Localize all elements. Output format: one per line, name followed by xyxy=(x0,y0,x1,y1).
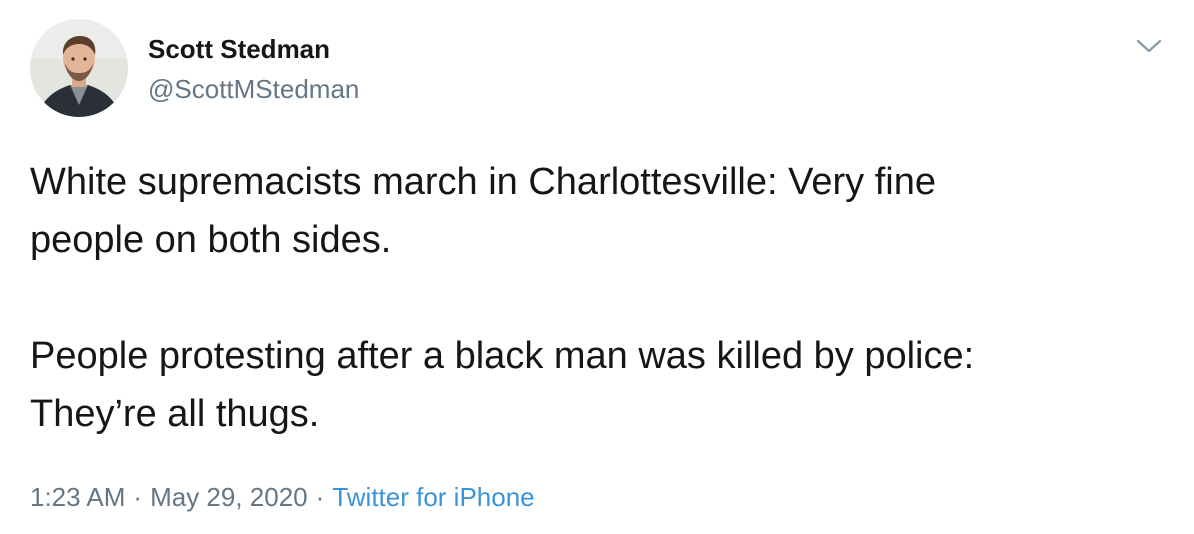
avatar[interactable] xyxy=(30,19,128,117)
tweet-line: people on both sides. xyxy=(30,219,392,261)
tweet-text: White supremacists march in Charlottesvi… xyxy=(30,153,1170,443)
avatar-photo xyxy=(30,19,128,117)
tweet-source-link[interactable]: Twitter for iPhone xyxy=(332,482,534,512)
meta-separator: · xyxy=(133,482,143,512)
tweet-line: White supremacists march in Charlottesvi… xyxy=(30,161,936,203)
author-name[interactable]: Scott Stedman xyxy=(148,33,330,65)
tweet-date[interactable]: May 29, 2020 xyxy=(150,482,308,512)
tweet-line: People protesting after a black man was … xyxy=(30,335,975,377)
tweet-card: Scott Stedman @ScottMStedman White supre… xyxy=(0,0,1194,534)
chevron-down-icon[interactable] xyxy=(1134,34,1164,58)
meta-separator: · xyxy=(315,482,325,512)
tweet-time[interactable]: 1:23 AM xyxy=(30,482,125,512)
tweet-line: They’re all thugs. xyxy=(30,393,320,435)
author-handle[interactable]: @ScottMStedman xyxy=(148,73,359,105)
tweet-meta: 1:23 AM · May 29, 2020 · Twitter for iPhone xyxy=(30,481,535,513)
paragraph-break xyxy=(30,269,1170,327)
